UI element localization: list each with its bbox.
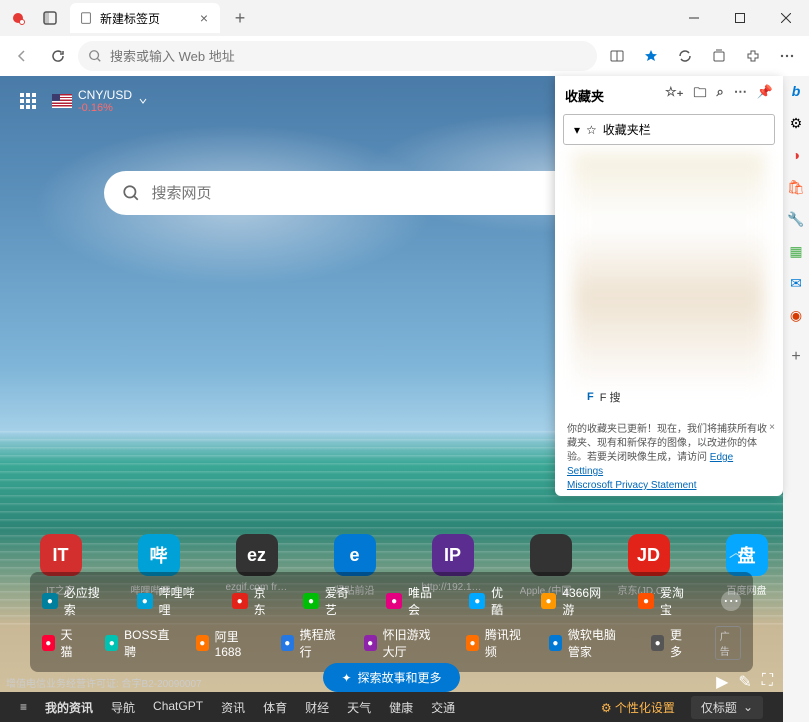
outlook-icon[interactable]: ✉: [787, 274, 805, 292]
sponsored-link[interactable]: ●微软电脑管家: [549, 626, 625, 660]
nav-item[interactable]: 健康: [389, 699, 413, 716]
us-flag-icon: [52, 94, 72, 108]
close-window-button[interactable]: [763, 0, 809, 36]
tab-close-button[interactable]: ×: [196, 8, 212, 28]
sponsored-link[interactable]: ●怀旧游戏大厅: [364, 626, 440, 660]
extensions-button[interactable]: [737, 40, 769, 72]
play-icon[interactable]: ▶: [716, 672, 728, 692]
sponsored-link[interactable]: ●更多: [651, 626, 688, 660]
nav-item[interactable]: 财经: [305, 699, 329, 716]
sponsored-link[interactable]: ●4366网游: [541, 584, 613, 618]
games-icon[interactable]: ▦: [787, 242, 805, 260]
back-button[interactable]: [6, 40, 38, 72]
nav-item[interactable]: 我的资讯: [45, 699, 93, 716]
favorites-button[interactable]: [635, 40, 667, 72]
sponsored-link[interactable]: ●哔哩哔哩: [137, 584, 206, 618]
more-button[interactable]: [771, 40, 803, 72]
explore-button[interactable]: ✦ 探索故事和更多: [323, 663, 459, 692]
workspaces-button[interactable]: [36, 4, 64, 32]
fullscreen-icon[interactable]: ⛶: [762, 672, 773, 692]
sponsored-link[interactable]: ●唯品会: [386, 584, 443, 618]
search-icon: [88, 49, 102, 63]
edge-sidebar: b ⚙ ◑ 🛍 🔧 ▦ ✉ ◉ +: [783, 76, 809, 722]
favorites-title: 收藏夹: [565, 86, 604, 105]
favorite-item[interactable]: F F 搜: [587, 389, 621, 405]
favorites-panel: 收藏夹 ☆₊ 🗀 ⌕ ⋯ 📌 ▾ ☆ 收藏夹栏 F F 搜 × 你的收藏夹已更新…: [555, 76, 783, 496]
layout-dropdown[interactable]: 仅标题 ⌄: [691, 696, 763, 719]
maximize-button[interactable]: [717, 0, 763, 36]
compass-icon: ✦: [341, 671, 351, 685]
page-search-box[interactable]: [104, 171, 584, 215]
sponsored-link[interactable]: ●必应搜索: [42, 584, 111, 618]
links-more-icon[interactable]: ⋯: [721, 591, 741, 611]
nav-item[interactable]: 天气: [347, 699, 371, 716]
settings-icon[interactable]: ⚙: [787, 114, 805, 132]
scroll-up-icon[interactable]: ︿: [729, 542, 743, 562]
edit-bg-icon[interactable]: ✎: [738, 672, 751, 692]
sponsored-links: ●必应搜索 ●哔哩哔哩 ●京东 ●爱奇艺 ●唯品会 ●优酷 ●4366网游 ●爱淘宝 ⋯ ●天猫 ●…: [30, 572, 753, 672]
ad-label: 广告: [715, 626, 741, 660]
bing-icon[interactable]: b: [787, 82, 805, 100]
currency-widget[interactable]: CNY/USD -0.16%: [52, 88, 148, 114]
office-icon[interactable]: ◉: [787, 306, 805, 324]
tab-title: 新建标签页: [100, 10, 160, 27]
sponsored-link[interactable]: ●天猫: [42, 626, 79, 660]
sponsored-link[interactable]: ●携程旅行: [281, 626, 338, 660]
chevron-down-icon: ⌄: [743, 700, 753, 714]
add-sidebar-icon[interactable]: +: [787, 348, 805, 366]
nav-bar: ≡ 我的资讯 导航 ChatGPT 资讯 体育 财经 天气 健康 交通 ⚙ 个性化设置 仅标题 …: [0, 692, 783, 722]
nav-item[interactable]: ChatGPT: [153, 699, 203, 716]
shopping-icon[interactable]: 🛍: [787, 178, 805, 196]
sponsored-link[interactable]: ●爱淘宝: [638, 584, 695, 618]
sponsored-link[interactable]: ●优酷: [469, 584, 514, 618]
chevron-down-icon: ▾: [574, 123, 580, 137]
tab-area: 新建标签页 × +: [0, 0, 671, 36]
search-icon: [122, 184, 140, 202]
sponsored-link[interactable]: ●京东: [232, 584, 277, 618]
titlebar: 新建标签页 × +: [0, 0, 809, 36]
new-tab-button[interactable]: +: [226, 4, 254, 32]
close-icon[interactable]: ×: [769, 421, 775, 435]
minimize-button[interactable]: [671, 0, 717, 36]
personalize-link[interactable]: ⚙ 个性化设置: [601, 699, 675, 716]
chevron-down-icon: [138, 96, 148, 106]
profile-indicator[interactable]: [4, 4, 32, 32]
add-folder-icon[interactable]: 🗀: [694, 84, 707, 106]
sync-button[interactable]: [669, 40, 701, 72]
sponsored-link[interactable]: ●BOSS直聘: [105, 626, 169, 660]
apps-grid-icon[interactable]: [20, 93, 36, 109]
favorites-bar-row[interactable]: ▾ ☆ 收藏夹栏: [563, 114, 775, 145]
window-controls: [671, 0, 809, 36]
split-screen-button[interactable]: [601, 40, 633, 72]
nav-item[interactable]: 体育: [263, 699, 287, 716]
sponsored-link[interactable]: ●阿里1688: [196, 628, 255, 659]
pin-icon[interactable]: 📌: [757, 84, 773, 106]
add-favorite-icon[interactable]: ☆₊: [665, 84, 684, 106]
nav-item[interactable]: 交通: [431, 699, 455, 716]
sponsored-link[interactable]: ●爱奇艺: [303, 584, 360, 618]
address-input[interactable]: [110, 49, 587, 64]
tools-icon[interactable]: 🔧: [787, 210, 805, 228]
sponsored-link[interactable]: ●腾讯视频: [466, 626, 523, 660]
refresh-button[interactable]: [42, 40, 74, 72]
browser-tab[interactable]: 新建标签页 ×: [70, 3, 220, 33]
nav-item[interactable]: 资讯: [221, 699, 245, 716]
menu-icon[interactable]: ≡: [20, 700, 27, 714]
star-outline-icon: ☆: [586, 123, 597, 137]
favorites-notice: × 你的收藏夹已更新！现在，我们将捕获所有收藏夹、现有和新保存的图像，以改进你的…: [555, 415, 783, 501]
currency-pair: CNY/USD: [78, 88, 132, 102]
toolbar: [0, 36, 809, 76]
address-bar[interactable]: [78, 41, 597, 71]
nav-item[interactable]: 导航: [111, 699, 135, 716]
tab-page-icon: [78, 10, 94, 26]
privacy-statement-link[interactable]: Miscrosoft Privacy Statement: [567, 480, 696, 491]
page-search-input[interactable]: [152, 185, 566, 202]
favorites-blurred-content: [573, 153, 765, 393]
currency-change: -0.16%: [78, 102, 132, 114]
favorites-more-icon[interactable]: ⋯: [734, 84, 747, 106]
sidebar-item-1[interactable]: ◑: [787, 146, 805, 164]
collections-button[interactable]: [703, 40, 735, 72]
search-favorites-icon[interactable]: ⌕: [717, 84, 724, 106]
